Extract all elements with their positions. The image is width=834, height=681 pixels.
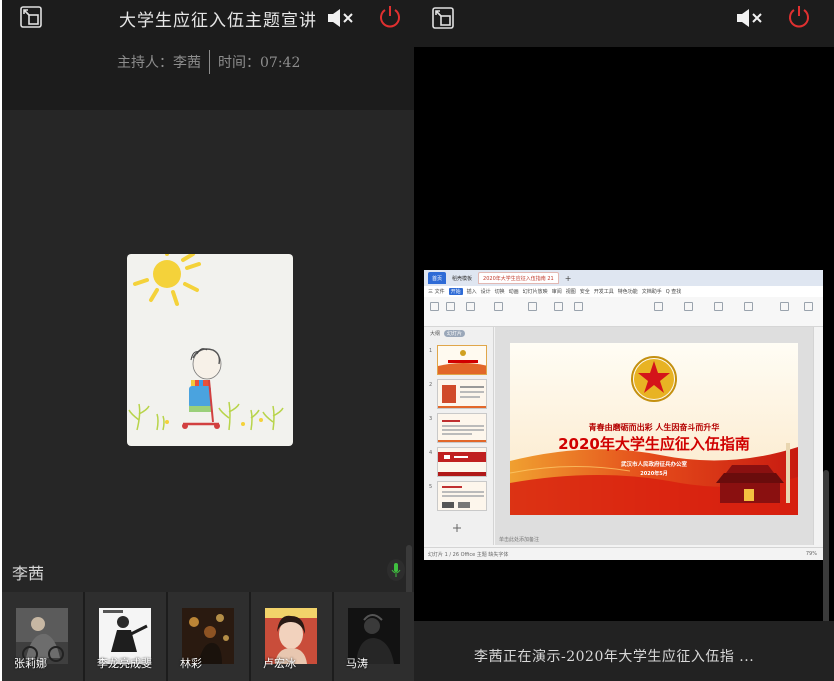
- menu-item[interactable]: 插入: [467, 288, 477, 295]
- participant-name: 马涛: [346, 657, 368, 670]
- power-icon[interactable]: [378, 5, 402, 29]
- menu-item[interactable]: 视图: [566, 288, 576, 295]
- participant-name: 林彩: [180, 657, 202, 670]
- divider: [209, 50, 210, 74]
- participant-name: 张莉娜: [14, 657, 47, 670]
- slide-thumbnail-image: [438, 448, 486, 476]
- wps-menu-bar: 三 文件 开始 插入 设计 切换 动画 幻灯片放映 审阅 视图 安全 开发工具 …: [424, 286, 823, 297]
- slide-subtitle: 青春由磨砺而出彩 人生因奋斗而升华: [588, 423, 720, 432]
- slide-thumbnail[interactable]: [437, 481, 487, 511]
- slide-number: 4: [429, 450, 433, 456]
- current-speaker-name: 李茜: [12, 564, 45, 583]
- menu-item[interactable]: 幻灯片放映: [523, 288, 548, 295]
- menu-item[interactable]: 文档助手: [642, 288, 662, 295]
- zoom-level[interactable]: 79%: [806, 551, 817, 557]
- slide-thumbnail[interactable]: [437, 379, 487, 409]
- menu-item[interactable]: 审阅: [552, 288, 562, 295]
- wps-ribbon: [424, 297, 823, 327]
- child-illustration: [128, 248, 284, 431]
- slide-number: 5: [429, 484, 433, 490]
- mic-button[interactable]: [387, 559, 405, 581]
- speaker-mute-icon[interactable]: [736, 8, 764, 28]
- ribbon-tool-icon[interactable]: [528, 302, 537, 311]
- wps-right-toolbar: [813, 327, 823, 545]
- ribbon-tool-icon[interactable]: [654, 302, 663, 311]
- tab-templates[interactable]: 稻壳模板: [448, 272, 476, 284]
- speaker-avatar-card: [127, 248, 293, 446]
- participant-name: 李龙亮成斐: [97, 657, 152, 670]
- status-slide-info: 幻灯片 1 / 26 Office 主题 缺失字体: [428, 552, 509, 558]
- menu-item-start[interactable]: 开始: [448, 288, 463, 295]
- participant-tile[interactable]: 卢宏冰: [251, 592, 332, 681]
- power-icon[interactable]: [787, 5, 811, 29]
- wps-tab-bar: 首页 稻壳模板 2020年大学生应征入伍指南 21 +: [424, 270, 823, 286]
- exit-fullscreen-icon[interactable]: [20, 6, 42, 28]
- menu-item[interactable]: Q 查找: [666, 288, 682, 295]
- wps-status-bar: 幻灯片 1 / 26 Office 主题 缺失字体 79%: [424, 547, 823, 560]
- host-label: 主持人：李茜: [117, 55, 201, 71]
- meeting-title: 大学生应征入伍主题宣讲: [119, 11, 317, 31]
- new-tab-button[interactable]: +: [561, 272, 576, 284]
- time-label: 时间：07:42: [218, 55, 301, 71]
- menu-item[interactable]: 设计: [481, 288, 491, 295]
- tab-document[interactable]: 2020年大学生应征入伍指南 21: [478, 272, 559, 284]
- participant-tile[interactable]: 马涛: [334, 592, 414, 681]
- slide-thumbnail-image: [438, 482, 486, 510]
- slide-thumbnail-image: [438, 346, 486, 374]
- presenting-status: 李茜正在演示-2020年大学生应征入伍指 ...: [474, 649, 755, 665]
- menu-item[interactable]: 开发工具: [594, 288, 614, 295]
- left-header: 大学生应征入伍主题宣讲 主持人：李茜 时间：07:42: [2, 0, 414, 110]
- slide-number: 3: [429, 416, 433, 422]
- participant-name: 卢宏冰: [263, 657, 296, 670]
- wps-slide-panel: 大纲 幻灯片 1 2 3 4 5: [424, 327, 494, 545]
- participant-strip: 张莉娜 李龙亮成斐 林彩 卢宏冰 马涛: [2, 592, 414, 681]
- ribbon-tool-icon[interactable]: [804, 302, 813, 311]
- slide-thumbnail[interactable]: [437, 447, 487, 477]
- wps-edit-canvas: 青春由磨砺而出彩 人生因奋斗而升华 2020年大学生应征入伍指南 武汉市人民政府…: [495, 327, 813, 545]
- slide-thumbnail[interactable]: [437, 345, 487, 375]
- shared-screen-wps-window: 首页 稻壳模板 2020年大学生应征入伍指南 21 + 三 文件 开始 插入 设…: [424, 270, 823, 560]
- ribbon-tool-icon[interactable]: [494, 302, 503, 311]
- ribbon-tool-icon[interactable]: [714, 302, 723, 311]
- ribbon-tool-icon[interactable]: [780, 302, 789, 311]
- menu-item[interactable]: 特色功能: [618, 288, 638, 295]
- menu-item[interactable]: 动画: [509, 288, 519, 295]
- slide-organization: 武汉市人民政府征兵办公室: [620, 462, 687, 468]
- add-slide-icon[interactable]: [452, 523, 462, 533]
- right-header: [414, 0, 834, 47]
- slide-number: 2: [429, 382, 433, 388]
- tab-home[interactable]: 首页: [428, 272, 447, 284]
- ribbon-tool-icon[interactable]: [684, 302, 693, 311]
- ribbon-tool-icon[interactable]: [430, 302, 439, 311]
- slide-thumbnail[interactable]: [437, 413, 487, 443]
- notes-placeholder[interactable]: 单击此处添加备注: [499, 536, 539, 543]
- slide-thumbnail-image: [438, 380, 486, 408]
- slide-thumbnail-image: [438, 414, 486, 442]
- slide-date: 2020年5月: [640, 471, 668, 477]
- ribbon-tool-icon[interactable]: [574, 302, 583, 311]
- ribbon-tool-icon[interactable]: [446, 302, 455, 311]
- participant-tile[interactable]: 李龙亮成斐: [85, 592, 166, 681]
- menu-item[interactable]: 切换: [495, 288, 505, 295]
- current-slide[interactable]: 青春由磨砺而出彩 人生因奋斗而升华 2020年大学生应征入伍指南 武汉市人民政府…: [510, 343, 798, 515]
- army-emblem: [631, 356, 677, 402]
- tab-outline[interactable]: 大纲: [430, 330, 440, 337]
- left-panel: 大学生应征入伍主题宣讲 主持人：李茜 时间：07:42 李茜 张莉娜 李龙亮成斐…: [2, 0, 414, 681]
- tab-slides[interactable]: 幻灯片: [444, 330, 466, 337]
- menu-item[interactable]: 安全: [580, 288, 590, 295]
- slide-number: 1: [429, 348, 433, 354]
- participant-tile[interactable]: 林彩: [168, 592, 249, 681]
- ribbon-tool-icon[interactable]: [466, 302, 475, 311]
- host-info: 主持人：李茜 时间：07:42: [117, 50, 300, 74]
- ribbon-tool-icon[interactable]: [744, 302, 753, 311]
- menu-item[interactable]: 三 文件: [428, 288, 445, 295]
- speaker-mute-icon[interactable]: [327, 8, 355, 28]
- right-panel: 首页 稻壳模板 2020年大学生应征入伍指南 21 + 三 文件 开始 插入 设…: [414, 0, 834, 681]
- participant-tile[interactable]: 张莉娜: [2, 592, 83, 681]
- exit-fullscreen-icon[interactable]: [432, 7, 454, 29]
- ribbon-tool-icon[interactable]: [554, 302, 563, 311]
- slide-title: 2020年大学生应征入伍指南: [558, 435, 750, 453]
- microphone-icon: [391, 563, 401, 577]
- slide-panel-tabs: 大纲 幻灯片: [430, 330, 466, 337]
